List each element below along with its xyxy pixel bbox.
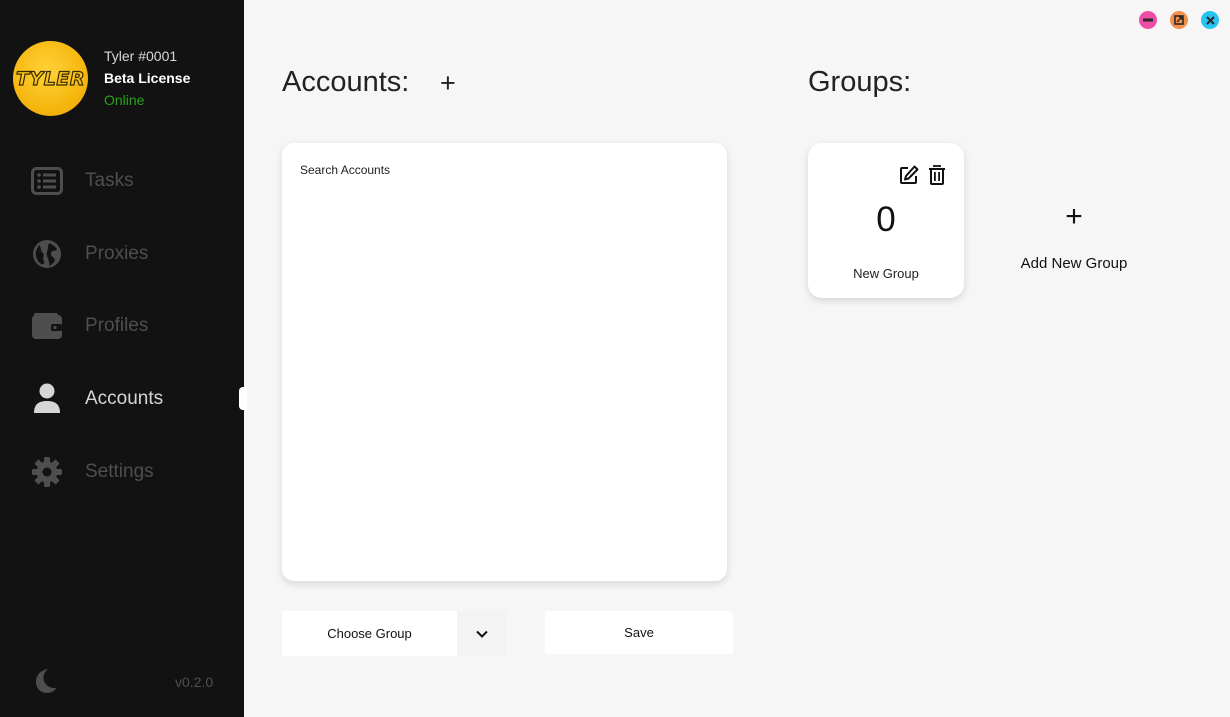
gear-icon: [30, 455, 64, 489]
sidebar-item-label: Accounts: [85, 388, 164, 409]
group-name: New Group: [853, 266, 919, 281]
sidebar-item-accounts[interactable]: Accounts: [0, 377, 244, 421]
sidebar-item-proxies[interactable]: Proxies: [0, 232, 244, 276]
sidebar-item-tasks[interactable]: Tasks: [0, 159, 244, 203]
trash-icon[interactable]: [928, 165, 946, 185]
search-accounts-input[interactable]: [300, 163, 700, 177]
maximize-icon: [1174, 15, 1184, 25]
sidebar-item-profiles[interactable]: Profiles: [0, 304, 244, 348]
save-button[interactable]: Save: [545, 611, 733, 654]
group-card[interactable]: 0 New Group: [808, 143, 964, 298]
choose-group-label: Choose Group: [327, 626, 412, 641]
user-icon: [30, 382, 64, 416]
user-license: Beta License: [104, 70, 191, 86]
accounts-list-panel: [282, 143, 727, 581]
avatar: TYLER: [13, 41, 88, 116]
maximize-button[interactable]: [1170, 11, 1188, 29]
minimize-icon: [1143, 18, 1153, 22]
version-label: v0.2.0: [175, 674, 214, 690]
sidebar-item-label: Profiles: [85, 315, 149, 336]
choose-group-select[interactable]: Choose Group: [282, 611, 506, 656]
sidebar: TYLER Tyler #0001 Beta License Online Ta…: [0, 0, 247, 717]
chevron-down-icon: [475, 630, 488, 638]
accounts-title: Accounts:: [282, 66, 410, 98]
sidebar-item-settings[interactable]: Settings: [0, 450, 244, 494]
moon-icon[interactable]: [33, 668, 59, 694]
add-account-button[interactable]: +: [440, 68, 456, 98]
dropdown-toggle[interactable]: [457, 611, 506, 656]
group-count: 0: [876, 200, 896, 239]
minimize-button[interactable]: [1139, 11, 1157, 29]
close-button[interactable]: [1201, 11, 1219, 29]
avatar-text: TYLER: [15, 67, 85, 90]
sidebar-item-label: Proxies: [85, 243, 149, 264]
sidebar-item-label: Tasks: [85, 170, 134, 191]
close-icon: [1205, 15, 1215, 25]
add-group-plus-icon[interactable]: +: [1058, 200, 1090, 234]
wallet-icon: [30, 309, 64, 343]
user-name: Tyler #0001: [104, 48, 178, 64]
list-icon: [30, 164, 64, 198]
globe-icon: [30, 237, 64, 271]
edit-icon[interactable]: [899, 165, 919, 185]
user-status: Online: [104, 92, 145, 108]
add-new-group-button[interactable]: Add New Group: [1004, 255, 1144, 272]
active-indicator: [239, 387, 247, 410]
sidebar-item-label: Settings: [85, 461, 154, 482]
groups-title: Groups:: [808, 66, 912, 98]
